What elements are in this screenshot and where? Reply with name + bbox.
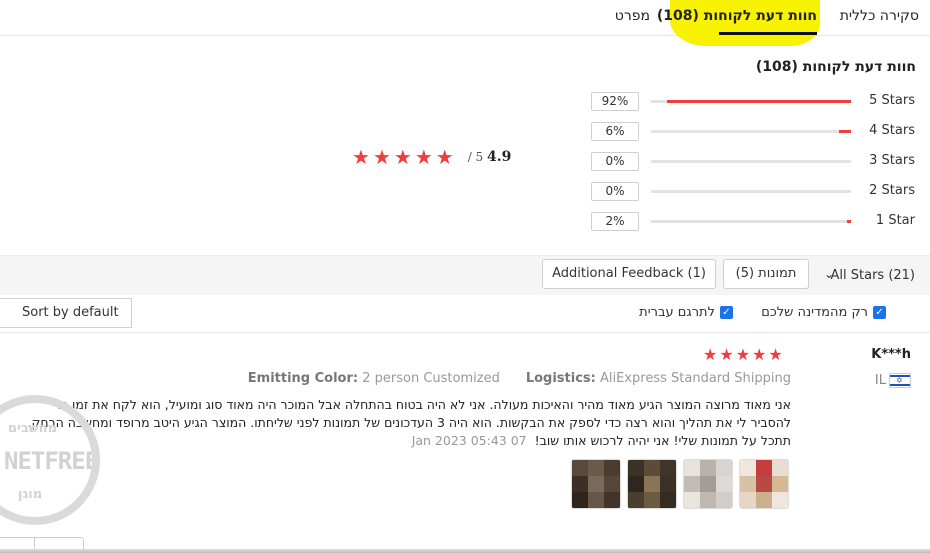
rating-bar-track (651, 160, 851, 163)
average-stars: ★ ★ ★ ★ ★ (352, 147, 454, 167)
emitting-color: Emitting Color: 2 person Customized (248, 371, 500, 386)
rating-bar-label: 3 Stars (869, 153, 915, 168)
filter-bar: All Stars (21) ⌄ תמונות (5) Additional F… (0, 255, 930, 295)
reviewer-country: IL ✡ (875, 373, 911, 388)
average-score: / 5 4.9 (468, 149, 512, 165)
reviews-title: חוות דעת לקוחות (108) (755, 59, 916, 75)
active-tab-underline (719, 32, 817, 35)
rating-bar-percent: 0% (591, 152, 639, 171)
review-meta: Emitting Color: 2 person Customized Logi… (248, 371, 791, 386)
bottom-control[interactable] (34, 537, 84, 549)
review-text: אני מאוד מרוצה המוצר הגיע מאוד מהיר והאי… (0, 396, 791, 450)
sort-dropdown[interactable]: Sort by default (0, 298, 132, 328)
rating-bar-label: 1 Star (875, 213, 915, 228)
country-code: IL (874, 373, 886, 388)
watermark-bottom: מוגן (18, 487, 43, 502)
star-icon: ★ (393, 145, 412, 169)
star-icon: ★ (703, 345, 718, 364)
rating-bar-row[interactable]: 0% 3 Stars (591, 152, 921, 172)
checkbox-checked-icon[interactable]: ✓ (720, 306, 733, 319)
color-label: Emitting Color: (247, 371, 359, 386)
tab-specs[interactable]: מפרט (615, 8, 650, 24)
star-icon: ★ (735, 345, 751, 364)
rating-bar-row[interactable]: 6% 4 Stars (591, 122, 921, 142)
tab-bar: סקירה כללית חוות דעת לקוחות (108) מפרט (0, 0, 930, 46)
rating-bar-track (651, 100, 851, 103)
logistics-value: AliExpress Standard Shipping (600, 371, 791, 386)
israel-flag-icon: ✡ (889, 373, 911, 388)
rating-bar-percent: 2% (591, 212, 639, 231)
star-icon: ★ (752, 345, 767, 364)
rating-bar-label: 4 Stars (869, 123, 915, 138)
logistics-label: Logistics: (525, 371, 596, 386)
translate-label: לתרגם עברית (639, 305, 715, 320)
star-icon: ★ (372, 145, 391, 169)
watermark-mid: NETFREE (4, 447, 99, 475)
star-icon: ★ (435, 145, 454, 169)
review-photo-thumbnail[interactable] (683, 459, 733, 509)
review-text-line: אני מאוד מרוצה המוצר הגיע מאוד מהיר והאי… (51, 397, 791, 412)
average-suffix: / 5 (467, 150, 484, 164)
rating-bar-row[interactable]: 0% 2 Stars (591, 182, 921, 202)
rating-bar-track (651, 130, 851, 133)
translate-checkbox[interactable]: ✓ לתרגם עברית (639, 305, 733, 320)
review-stars: ★ ★ ★ ★ ★ (703, 346, 783, 364)
logistics: Logistics: AliExpress Standard Shipping (526, 371, 791, 386)
bottom-edge (0, 549, 930, 553)
rating-bar-percent: 0% (591, 182, 639, 201)
star-icon: ★ (768, 345, 783, 364)
review-photo-thumbnail[interactable] (571, 459, 621, 509)
rating-bar-fill (839, 130, 851, 133)
country-only-label: רק מהמדינה שלכם (761, 305, 868, 320)
chevron-down-icon[interactable]: ⌄ (824, 267, 834, 281)
average-value: 4.9 (487, 149, 512, 165)
rating-bar-track (651, 220, 851, 223)
photos-filter-button[interactable]: תמונות (5) (723, 259, 809, 289)
country-only-checkbox[interactable]: ✓ רק מהמדינה שלכם (761, 305, 886, 320)
review-photos (571, 459, 789, 509)
star-icon: ★ (719, 345, 734, 364)
rating-bar-track (651, 190, 851, 193)
review-date: 07 Jan 2023 05:43 (411, 433, 527, 448)
all-stars-filter[interactable]: All Stars (21) (831, 268, 916, 283)
rating-bar-label: 2 Stars (869, 183, 915, 198)
additional-feedback-button[interactable]: Additional Feedback (1) (542, 259, 716, 289)
review-photo-thumbnail[interactable] (739, 459, 789, 509)
rating-bar-row[interactable]: 2% 1 Star (591, 212, 921, 232)
average-rating: ★ ★ ★ ★ ★ / 5 4.9 (352, 147, 511, 167)
divider (0, 332, 930, 333)
rating-bar-row[interactable]: 92% 5 Stars (591, 92, 921, 112)
review-photo-thumbnail[interactable] (627, 459, 677, 509)
checkbox-checked-icon[interactable]: ✓ (873, 306, 886, 319)
review-text-end: תתכל על תמונות שלי! אני יהיה לרכוש אותו … (534, 433, 791, 448)
tab-reviews[interactable]: חוות דעת לקוחות (108) (657, 8, 817, 24)
rating-bar-fill (667, 100, 851, 103)
rating-bar-percent: 92% (591, 92, 639, 111)
tab-overview[interactable]: סקירה כללית (840, 8, 919, 24)
reviewer-name: K***h (871, 347, 911, 362)
watermark-top: מחשבים (8, 421, 58, 436)
star-icon: ★ (352, 145, 370, 169)
review-text-line: תתכל על תמונות שלי! אני יהיה לרכוש אותו … (0, 432, 791, 450)
star-icon: ★ (414, 145, 433, 169)
rating-bar-fill (847, 220, 851, 223)
rating-bar-label: 5 Stars (869, 93, 915, 108)
review-text-line: להסביר לי את תהליך והוא רצה כדי לספק את … (27, 415, 791, 430)
color-value: 2 person Customized (362, 371, 500, 386)
rating-bar-percent: 6% (591, 122, 639, 141)
